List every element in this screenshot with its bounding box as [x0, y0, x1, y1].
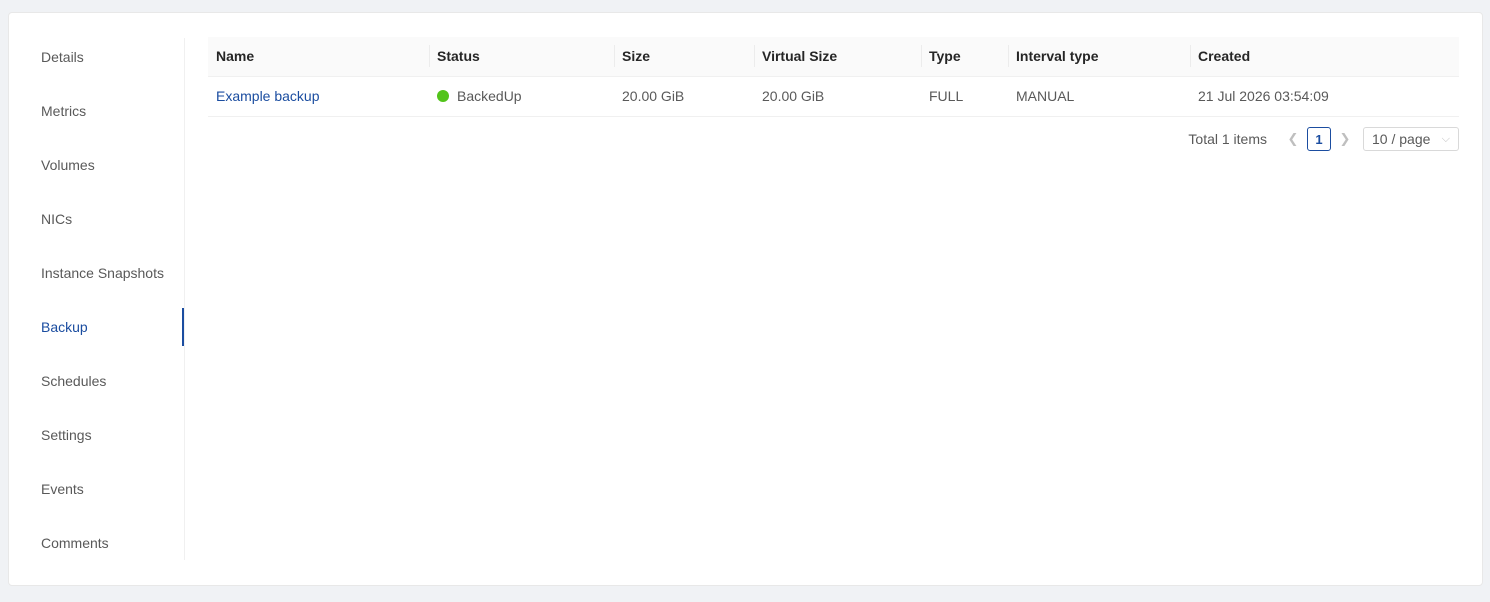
- cell-interval-type: MANUAL: [1008, 76, 1190, 117]
- column-header-type: Type: [921, 37, 1008, 77]
- tab-schedules[interactable]: Schedules: [41, 371, 106, 391]
- pagination: Total 1 items ❮ 1 ❯ 10 / page ⌵: [1188, 127, 1459, 151]
- cell-created: 21 Jul 2026 03:54:09: [1190, 76, 1459, 117]
- tab-nics[interactable]: NICs: [41, 209, 72, 229]
- column-header-name: Name: [208, 37, 429, 77]
- tab-sidebar: Details Metrics Volumes NICs Instance Sn…: [9, 38, 185, 560]
- chevron-down-icon: ⌵: [1441, 132, 1450, 145]
- column-header-size: Size: [614, 37, 754, 77]
- cell-type: FULL: [921, 76, 1008, 117]
- status-text: BackedUp: [457, 88, 522, 104]
- tab-backup[interactable]: Backup: [41, 317, 88, 337]
- tab-events[interactable]: Events: [41, 479, 84, 499]
- tab-metrics[interactable]: Metrics: [41, 101, 86, 121]
- cell-virtual-size: 20.00 GiB: [754, 76, 921, 117]
- table-row: Example backup BackedUp 20.00 GiB 20.00 …: [208, 76, 1459, 117]
- backup-panel: Name Status Size Virtual Size Type Inter…: [208, 37, 1459, 151]
- tab-volumes[interactable]: Volumes: [41, 155, 95, 175]
- tab-settings[interactable]: Settings: [41, 425, 92, 445]
- column-header-status: Status: [429, 37, 614, 77]
- backup-name-link[interactable]: Example backup: [216, 88, 320, 104]
- chevron-right-icon[interactable]: ❯: [1333, 127, 1357, 151]
- backup-table: Name Status Size Virtual Size Type Inter…: [208, 37, 1459, 117]
- detail-card: Details Metrics Volumes NICs Instance Sn…: [8, 12, 1483, 586]
- cell-name: Example backup: [208, 76, 429, 117]
- page-size-select[interactable]: 10 / page ⌵: [1363, 127, 1459, 151]
- table-header-row: Name Status Size Virtual Size Type Inter…: [208, 37, 1459, 77]
- active-tab-indicator: [182, 308, 184, 346]
- page-size-value: 10 / page: [1372, 131, 1431, 147]
- cell-size: 20.00 GiB: [614, 76, 754, 117]
- column-header-virtual-size: Virtual Size: [754, 37, 921, 77]
- pagination-total: Total 1 items: [1188, 131, 1267, 147]
- tab-instance-snapshots[interactable]: Instance Snapshots: [41, 263, 164, 283]
- column-header-created: Created: [1190, 37, 1459, 77]
- column-header-interval-type: Interval type: [1008, 37, 1190, 77]
- chevron-left-icon[interactable]: ❮: [1281, 127, 1305, 151]
- tab-comments[interactable]: Comments: [41, 533, 109, 553]
- cell-status: BackedUp: [429, 76, 614, 117]
- tab-details[interactable]: Details: [41, 47, 84, 67]
- status-dot-icon: [437, 90, 449, 102]
- page-number-button[interactable]: 1: [1307, 127, 1331, 151]
